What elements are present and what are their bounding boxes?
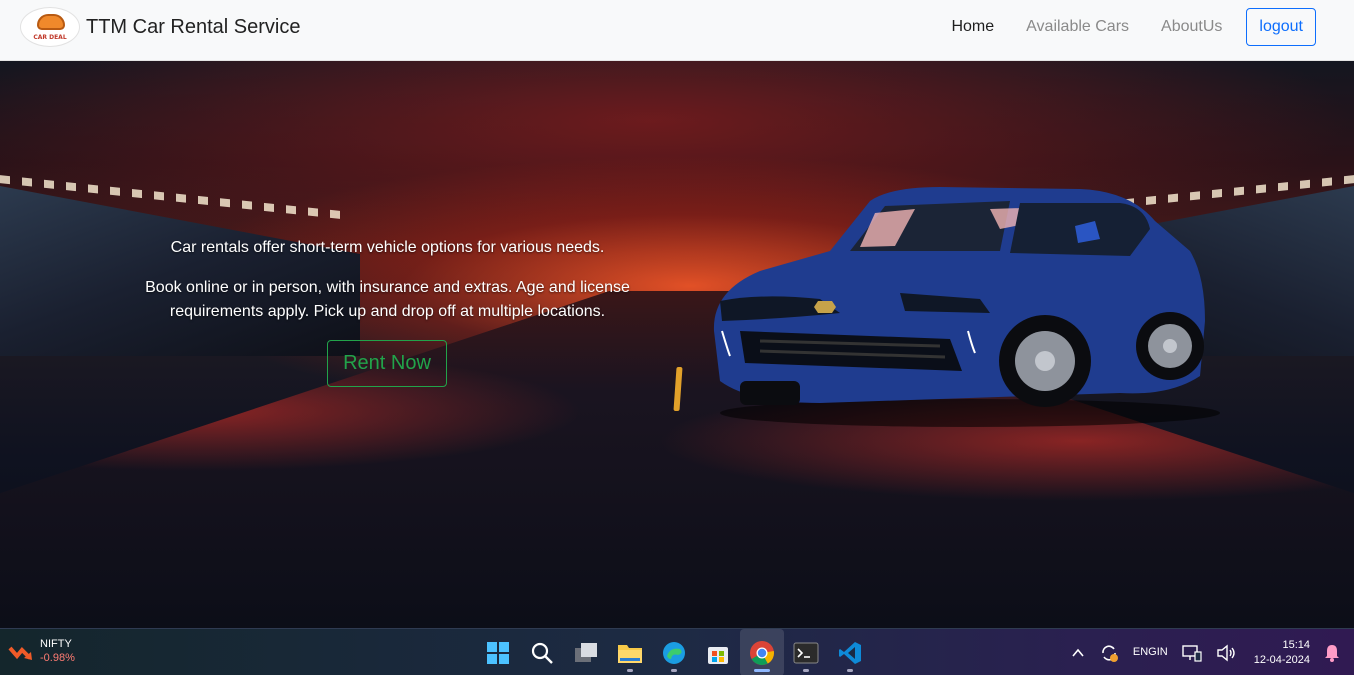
search-button[interactable]: [520, 629, 564, 675]
chevron-up-icon: [1072, 648, 1084, 657]
brand-title[interactable]: TTM Car Rental Service: [86, 16, 301, 39]
nav-available-cars[interactable]: Available Cars: [1026, 8, 1129, 46]
chrome-button[interactable]: [740, 629, 784, 675]
nav-home[interactable]: Home: [951, 8, 994, 46]
hero-section: Car rentals offer short-term vehicle opt…: [0, 61, 1354, 628]
logo-emblem-icon: [37, 14, 65, 30]
edge-button[interactable]: [652, 629, 696, 675]
stock-trend-icon: [8, 646, 32, 660]
terminal-icon: [793, 642, 819, 663]
terminal-button[interactable]: [784, 629, 828, 675]
store-icon: [708, 646, 728, 664]
edge-icon: [663, 641, 685, 664]
sync-status-button[interactable]: [1099, 643, 1119, 663]
hero-text: Car rentals offer short-term vehicle opt…: [140, 236, 635, 340]
taskbar-apps: [476, 629, 872, 675]
vscode-icon: [839, 641, 861, 664]
stock-widget[interactable]: NIFTY -0.98%: [8, 637, 75, 665]
car-image: [713, 187, 1220, 427]
speaker-icon: [1217, 644, 1235, 661]
widget-change: -0.98%: [40, 652, 75, 664]
clock[interactable]: 15:14 12-04-2024: [1254, 638, 1310, 668]
show-hidden-icons-button[interactable]: [1071, 646, 1085, 660]
network-icon: [1182, 644, 1202, 662]
language-indicator[interactable]: ENG IN: [1133, 645, 1168, 660]
logo-text: CAR DEAL: [33, 34, 67, 41]
clock-time: 15:14: [1282, 638, 1310, 651]
language-line-2: IN: [1156, 646, 1168, 658]
file-explorer-icon: [618, 644, 642, 663]
sync-icon: [1102, 644, 1118, 662]
language-line-1: ENG: [1132, 646, 1157, 658]
store-button[interactable]: [696, 629, 740, 675]
network-button[interactable]: [1182, 644, 1202, 662]
task-view-icon: [575, 642, 597, 662]
logout-button[interactable]: logout: [1246, 8, 1316, 46]
vscode-button[interactable]: [828, 629, 872, 675]
brand-logo[interactable]: CAR DEAL: [20, 7, 80, 47]
hero-paragraph-1: Car rentals offer short-term vehicle opt…: [170, 239, 605, 256]
task-view-button[interactable]: [564, 629, 608, 675]
system-tray: ENG IN 15:14 12-04-2024: [1057, 629, 1340, 675]
start-icon: [487, 641, 509, 664]
start-button[interactable]: [476, 629, 520, 675]
volume-button[interactable]: [1216, 644, 1236, 662]
brand[interactable]: CAR DEAL TTM Car Rental Service: [20, 7, 301, 47]
notifications-button[interactable]: [1324, 644, 1340, 662]
clock-date: 12-04-2024: [1253, 653, 1310, 666]
navbar: CAR DEAL TTM Car Rental Service Home Ava…: [0, 0, 1354, 61]
nav-links: Home Available Cars AboutUs logout: [919, 8, 1316, 46]
hero-paragraph-2: Book online or in person, with insurance…: [145, 279, 630, 320]
widget-name: NIFTY: [40, 638, 72, 650]
windows-taskbar: NIFTY -0.98% ENG IN 15:14 12-04-2024: [0, 628, 1354, 675]
nav-about-us[interactable]: AboutUs: [1161, 8, 1222, 46]
search-icon: [531, 642, 553, 664]
file-explorer-button[interactable]: [608, 629, 652, 675]
rent-now-button[interactable]: Rent Now: [327, 340, 447, 387]
bell-icon: [1325, 644, 1339, 662]
chrome-icon: [750, 640, 774, 665]
